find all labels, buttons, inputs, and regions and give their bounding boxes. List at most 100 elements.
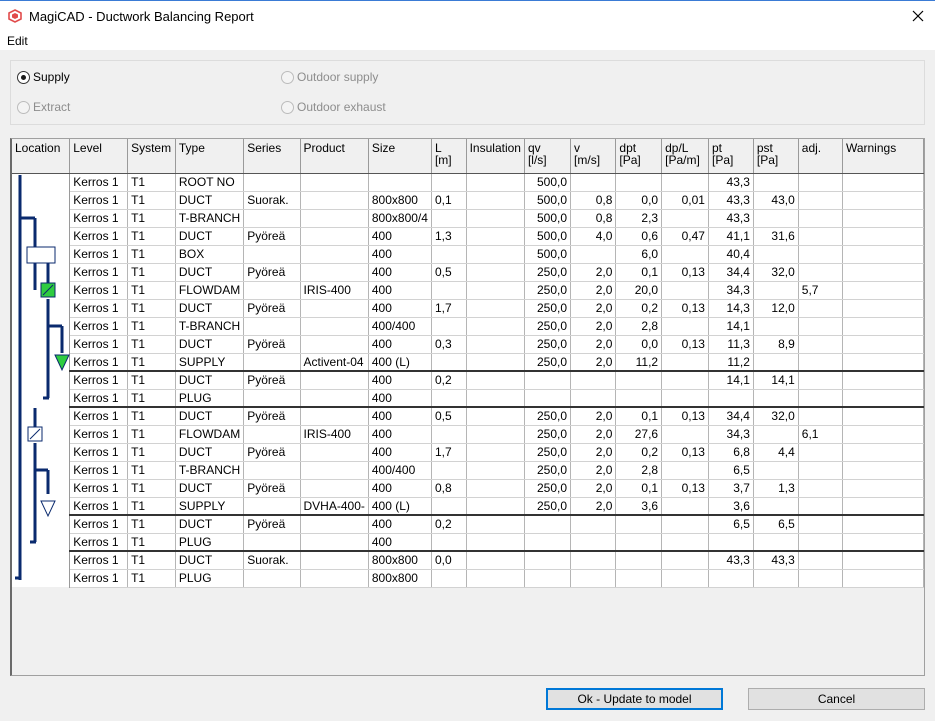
table-cell: T1 [127,353,176,372]
table-cell: 500,0 [524,173,572,192]
table-cell: 400/400 [368,317,432,336]
table-row[interactable]: Kerros 1 T1 DUCT Pyöreä 400 0,2 14,1 14,1 [12,371,924,390]
table-cell [300,515,369,534]
table-cell [431,353,467,372]
table-row[interactable]: Kerros 1 T1 DUCT Pyöreä 400 0,8 250,0 2,0 0,1 0,1… [12,479,924,498]
balancing-report-grid[interactable]: Location Level System Type Series Product Size… [10,138,925,676]
table-cell [842,173,924,192]
table-cell: 1,7 [431,443,467,462]
column-header[interactable]: Product [300,139,369,174]
column-header[interactable]: qv [l/s] [524,139,572,174]
table-cell [842,263,924,282]
column-header[interactable]: Location [12,139,71,174]
cancel-button[interactable]: Cancel [748,688,925,710]
table-row[interactable]: Kerros 1 T1 DUCT Suorak. 800x800 0,0 43,3 43,3 [12,551,924,570]
table-cell [661,533,709,552]
table-cell: 400 [368,443,432,462]
column-header[interactable]: System [127,139,176,174]
table-cell: 0,1 [615,263,663,282]
table-row[interactable]: Kerros 1 T1 PLUG 800x800 [12,569,924,588]
table-row[interactable]: Kerros 1 T1 DUCT Pyöreä 400 0,5 250,0 2,0 0,1 0,1… [12,263,924,282]
table-row[interactable]: Kerros 1 T1 SUPPLY DVHA-400- 400 (L) 250,0 2,0… [12,497,924,516]
table-cell [431,281,467,300]
table-row[interactable]: Kerros 1 T1 DUCT Pyöreä 400 0,5 250,0 2,0 0,1 0,1… [12,407,924,426]
table-cell: 400 [368,245,432,264]
column-header[interactable]: dpt [Pa] [615,139,663,174]
table-cell [300,389,369,408]
column-header[interactable]: Series [243,139,301,174]
table-cell: 0,47 [661,227,709,246]
table-row[interactable]: Kerros 1 T1 DUCT Pyöreä 400 0,3 250,0 2,0 0,0 0,1… [12,335,924,354]
table-cell: Pyöreä [243,227,301,246]
table-row[interactable]: Kerros 1 T1 DUCT Pyöreä 400 1,3 500,0 4,0 0,6 0,4… [12,227,924,246]
column-header[interactable]: pt [Pa] [708,139,754,174]
table-cell: 0,2 [615,443,663,462]
extract-radio[interactable]: Extract [17,100,70,114]
table-row[interactable]: Kerros 1 T1 PLUG 400 [12,389,924,408]
table-cell [431,533,467,552]
table-cell [466,209,525,228]
table-row[interactable]: Kerros 1 T1 PLUG 400 [12,533,924,552]
table-cell: Kerros 1 [69,425,129,444]
table-cell [466,299,525,318]
table-cell [615,551,663,570]
column-header[interactable]: Type [175,139,245,174]
table-cell [661,281,709,300]
table-row[interactable]: Kerros 1 T1 DUCT Pyöreä 400 0,2 6,5 6,5 [12,515,924,534]
table-cell: T1 [127,173,176,192]
magicad-logo-icon [8,9,22,23]
table-cell: 0,0 [431,551,467,570]
table-cell: 34,4 [708,263,754,282]
table-cell: T1 [127,389,176,408]
table-cell: T1 [127,245,176,264]
table-cell: T1 [127,407,176,426]
ok-update-button[interactable]: Ok - Update to model [546,688,723,710]
column-header[interactable]: Level [69,139,129,174]
table-row[interactable]: Kerros 1 T1 T-BRANCH 800x800/4 500,0 0,8 2,3 43… [12,209,924,228]
table-row[interactable]: Kerros 1 T1 FLOWDAM IRIS-400 400 250,0 2,0 20,0… [12,281,924,300]
table-cell: 0,01 [661,191,709,210]
column-header[interactable]: adj. [798,139,843,174]
outdoor-exhaust-radio[interactable]: Outdoor exhaust [281,100,386,114]
table-row[interactable]: Kerros 1 T1 ROOT NO 500,0 43,3 [12,173,924,587]
table-row[interactable]: Kerros 1 T1 FLOWDAM IRIS-400 400 250,0 2,0 27,6… [12,425,924,444]
column-header[interactable]: L [m] [431,139,467,174]
table-row[interactable]: Kerros 1 T1 BOX 400 500,0 6,0 40,4 [12,245,924,264]
table-cell [798,551,843,570]
title-bar: MagiCAD - Ductwork Balancing Report [0,0,935,31]
table-cell: PLUG [175,533,245,552]
table-cell: Kerros 1 [69,389,129,408]
table-cell: 43,3 [708,209,754,228]
column-header[interactable]: dp/L [Pa/m] [661,139,709,174]
column-header[interactable]: v [m/s] [570,139,617,174]
column-header[interactable]: Warnings [842,139,924,174]
table-cell: 2,0 [570,317,617,336]
table-cell: 4,0 [570,227,617,246]
column-header[interactable]: Size [368,139,432,174]
menu-edit[interactable]: Edit [7,34,28,48]
table-cell: T1 [127,551,176,570]
close-button[interactable] [901,1,935,31]
table-cell: 20,0 [615,281,663,300]
column-header[interactable]: pst [Pa] [753,139,799,174]
outdoor-supply-radio[interactable]: Outdoor supply [281,70,378,84]
table-cell: 800x800 [368,551,432,570]
table-cell: Kerros 1 [69,569,129,588]
table-row[interactable]: Kerros 1 T1 SUPPLY Activent-04 400 (L) 250,0 2… [12,353,924,372]
column-header[interactable]: Insulation [466,139,525,174]
table-cell: Pyöreä [243,479,301,498]
system-type-group: Supply Extract Outdoor supply Outdoor ex… [10,60,925,125]
table-cell: Activent-04 [300,353,369,372]
table-cell [708,389,754,408]
table-row[interactable]: Kerros 1 T1 T-BRANCH 400/400 250,0 2,0 2,8 14,1 [12,317,924,336]
table-cell [798,407,843,426]
table-cell [570,173,617,192]
table-cell [431,569,467,588]
table-row[interactable]: Kerros 1 T1 DUCT Pyöreä 400 1,7 250,0 2,0 0,2 0,1… [12,443,924,462]
table-row[interactable]: Kerros 1 T1 DUCT Suorak. 800x800 0,1 500,0 0,8 0… [12,191,924,210]
table-row[interactable]: Kerros 1 T1 T-BRANCH 400/400 250,0 2,0 2,8 6,5 [12,461,924,480]
table-row[interactable]: Kerros 1 T1 DUCT Pyöreä 400 1,7 250,0 2,0 0,2 0,1… [12,299,924,318]
table-cell [661,173,709,192]
supply-radio[interactable]: Supply [17,70,70,84]
table-cell [842,299,924,318]
